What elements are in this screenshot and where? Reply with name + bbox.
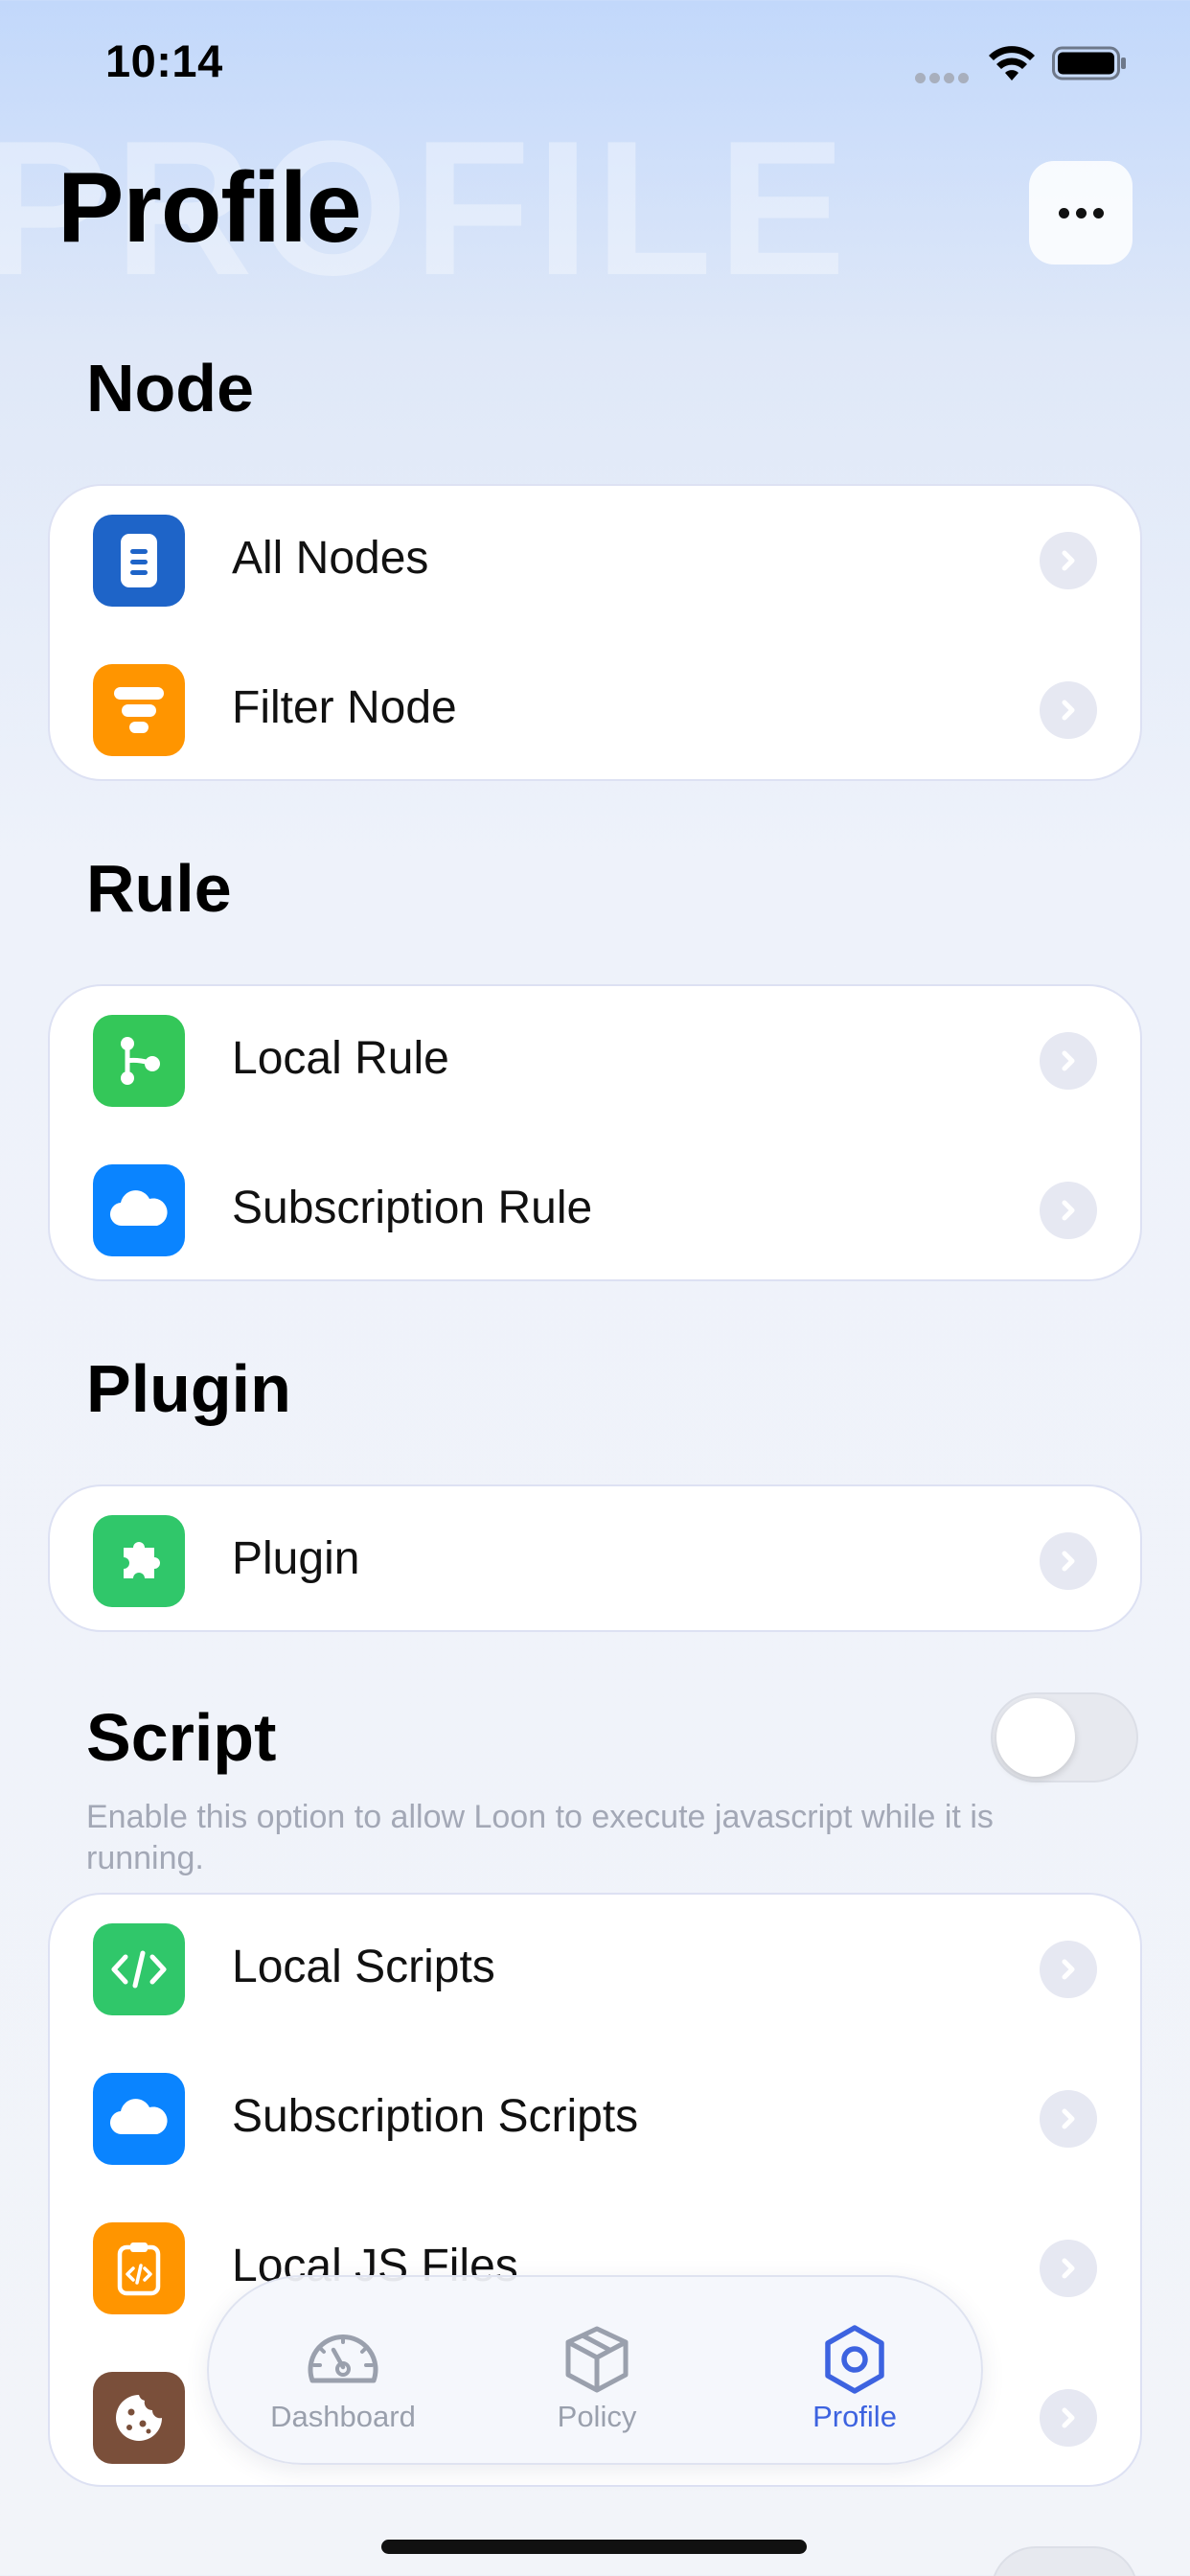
tab-label: Dashboard [270,2400,416,2433]
list-item-label: Subscription Rule [232,1183,593,1233]
cube-icon [565,2326,629,2393]
section-title-rule: Rule [86,851,232,926]
list-item-plugin[interactable]: Plugin [50,1486,1140,1630]
tab-label: Profile [812,2400,897,2433]
chevron-right-icon [1040,1532,1097,1590]
ellipsis-icon [1058,207,1069,218]
chevron-right-icon [1040,2240,1097,2297]
list-item-all-nodes[interactable]: All Nodes [50,486,1140,635]
chevron-right-icon [1040,1182,1097,1239]
chevron-right-icon [1040,2389,1097,2447]
cloud-icon [93,1164,185,1256]
gear-icon [825,2325,884,2394]
page-title: Profile [57,152,362,264]
phone-node-icon [93,515,185,607]
list-item-local-scripts[interactable]: Local Scripts [50,1895,1140,2044]
node-card: All Nodes Filter Node [48,484,1142,781]
chevron-right-icon [1040,681,1097,739]
more-options-button[interactable] [1029,161,1133,264]
chevron-right-icon [1040,2090,1097,2148]
list-item-subscription-rule[interactable]: Subscription Rule [50,1136,1140,1279]
script-description: Enable this option to allow Loon to exec… [86,1799,994,1876]
section-title-node: Node [86,351,254,426]
puzzle-icon [93,1515,185,1607]
next-section-toggle[interactable] [991,2546,1138,2576]
list-item-label: Filter Node [232,682,457,733]
list-item-label: All Nodes [232,533,429,584]
section-title-script: Script [86,1700,277,1775]
chevron-right-icon [1040,532,1097,589]
chevron-right-icon [1040,1941,1097,1998]
toggle-knob [996,1698,1075,1777]
cookie-icon [93,2372,185,2464]
section-title-plugin: Plugin [86,1351,291,1426]
battery-icon [1052,46,1126,80]
cellular-signal-icon [915,71,973,83]
plugin-card: Plugin [48,1484,1142,1632]
clipboard-code-icon [93,2222,185,2314]
list-item-label: Local Scripts [232,1942,495,1992]
home-indicator [381,2540,807,2554]
chevron-right-icon [1040,1032,1097,1090]
filter-icon [93,664,185,756]
list-item-filter-node[interactable]: Filter Node [50,635,1140,779]
list-item-local-rule[interactable]: Local Rule [50,986,1140,1136]
tab-dashboard[interactable]: Dashboard [247,2277,439,2467]
list-item-label: Plugin [232,1533,360,1584]
list-item-label: Subscription Scripts [232,2091,639,2142]
ellipsis-dot [1092,207,1104,218]
gauge-icon [308,2334,378,2383]
list-item-label: Local Rule [232,1033,449,1084]
cloud-icon [93,2073,185,2165]
rule-card: Local Rule Subscription Rule [48,984,1142,1281]
list-item-subscription-scripts[interactable]: Subscription Scripts [50,2044,1140,2194]
branch-icon [93,1015,185,1107]
script-enable-toggle[interactable] [991,1692,1138,1782]
code-icon [93,1923,185,2015]
wifi-icon [989,46,1035,80]
tab-policy[interactable]: Policy [501,2277,693,2467]
tab-bar: Dashboard Policy Profile [207,2275,983,2465]
tab-label: Policy [557,2400,637,2433]
ellipsis-dot [1075,207,1087,218]
status-time: 10:14 [105,35,223,86]
tab-profile[interactable]: Profile [759,2277,950,2467]
